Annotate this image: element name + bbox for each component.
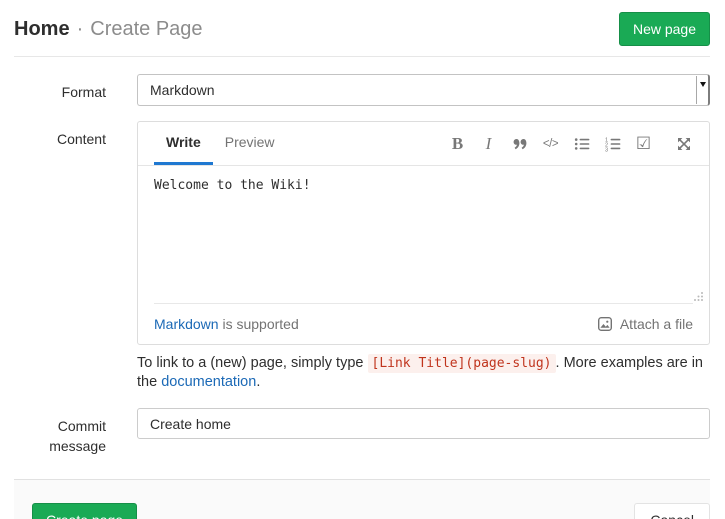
editor-tools: B I </> — [448, 122, 693, 165]
code-icon[interactable]: </> — [541, 134, 560, 153]
bullet-list-icon[interactable] — [572, 134, 591, 153]
tab-preview[interactable]: Preview — [213, 122, 287, 165]
tab-write[interactable]: Write — [154, 122, 213, 165]
link-hint-text: To link to a (new) page, simply type [Li… — [137, 354, 710, 392]
page-subtitle: Create Page — [90, 18, 202, 40]
page-header: Home · Create Page New page — [14, 0, 710, 57]
breadcrumb: Home · Create Page — [14, 18, 203, 41]
numbered-list-icon[interactable]: 1 2 3 — [603, 134, 622, 153]
format-select[interactable]: Markdown — [137, 74, 710, 106]
link-syntax-code: [Link Title](page-slug) — [368, 354, 556, 373]
create-page-button[interactable]: Create page — [32, 503, 137, 519]
editor-footer: Markdown is supported Attach a file — [138, 304, 709, 344]
commit-row: Commit message — [14, 408, 710, 456]
page-title: Home — [14, 18, 70, 40]
format-row: Format Markdown — [14, 74, 710, 106]
markdown-link[interactable]: Markdown — [154, 316, 219, 332]
markdown-supported-text: Markdown is supported — [154, 316, 299, 332]
editor-body: Welcome to the Wiki! — [138, 166, 709, 303]
content-field: Write Preview B I </> — [137, 121, 710, 392]
new-page-button[interactable]: New page — [619, 12, 710, 46]
resize-grip-icon[interactable] — [693, 289, 704, 300]
content-label: Content — [14, 121, 106, 392]
editor-toolbar: Write Preview B I </> — [138, 122, 709, 166]
form-actions: Create page Cancel — [14, 479, 710, 519]
image-icon — [597, 316, 613, 332]
attach-file-label: Attach a file — [620, 316, 693, 332]
breadcrumb-separator: · — [77, 18, 84, 40]
markdown-editor: Write Preview B I </> — [137, 121, 710, 345]
commit-message-label: Commit message — [14, 408, 106, 456]
documentation-link[interactable]: documentation — [161, 374, 256, 390]
svg-text:3: 3 — [605, 147, 608, 152]
commit-message-input[interactable] — [137, 408, 710, 439]
chevron-down-icon — [696, 76, 708, 104]
task-list-icon[interactable]: ☑ — [634, 134, 653, 153]
format-label: Format — [14, 74, 106, 106]
quote-icon[interactable] — [510, 134, 529, 153]
bold-icon[interactable]: B — [448, 134, 467, 153]
fullscreen-icon[interactable] — [674, 134, 693, 153]
italic-icon[interactable]: I — [479, 134, 498, 153]
format-select-value: Markdown — [150, 82, 215, 98]
attach-file-button[interactable]: Attach a file — [597, 316, 693, 332]
cancel-button[interactable]: Cancel — [634, 503, 710, 519]
content-textarea[interactable]: Welcome to the Wiki! — [138, 166, 709, 303]
content-row: Content Write Preview B I — [14, 121, 710, 392]
page: Home · Create Page New page Format Markdow… — [0, 0, 725, 519]
